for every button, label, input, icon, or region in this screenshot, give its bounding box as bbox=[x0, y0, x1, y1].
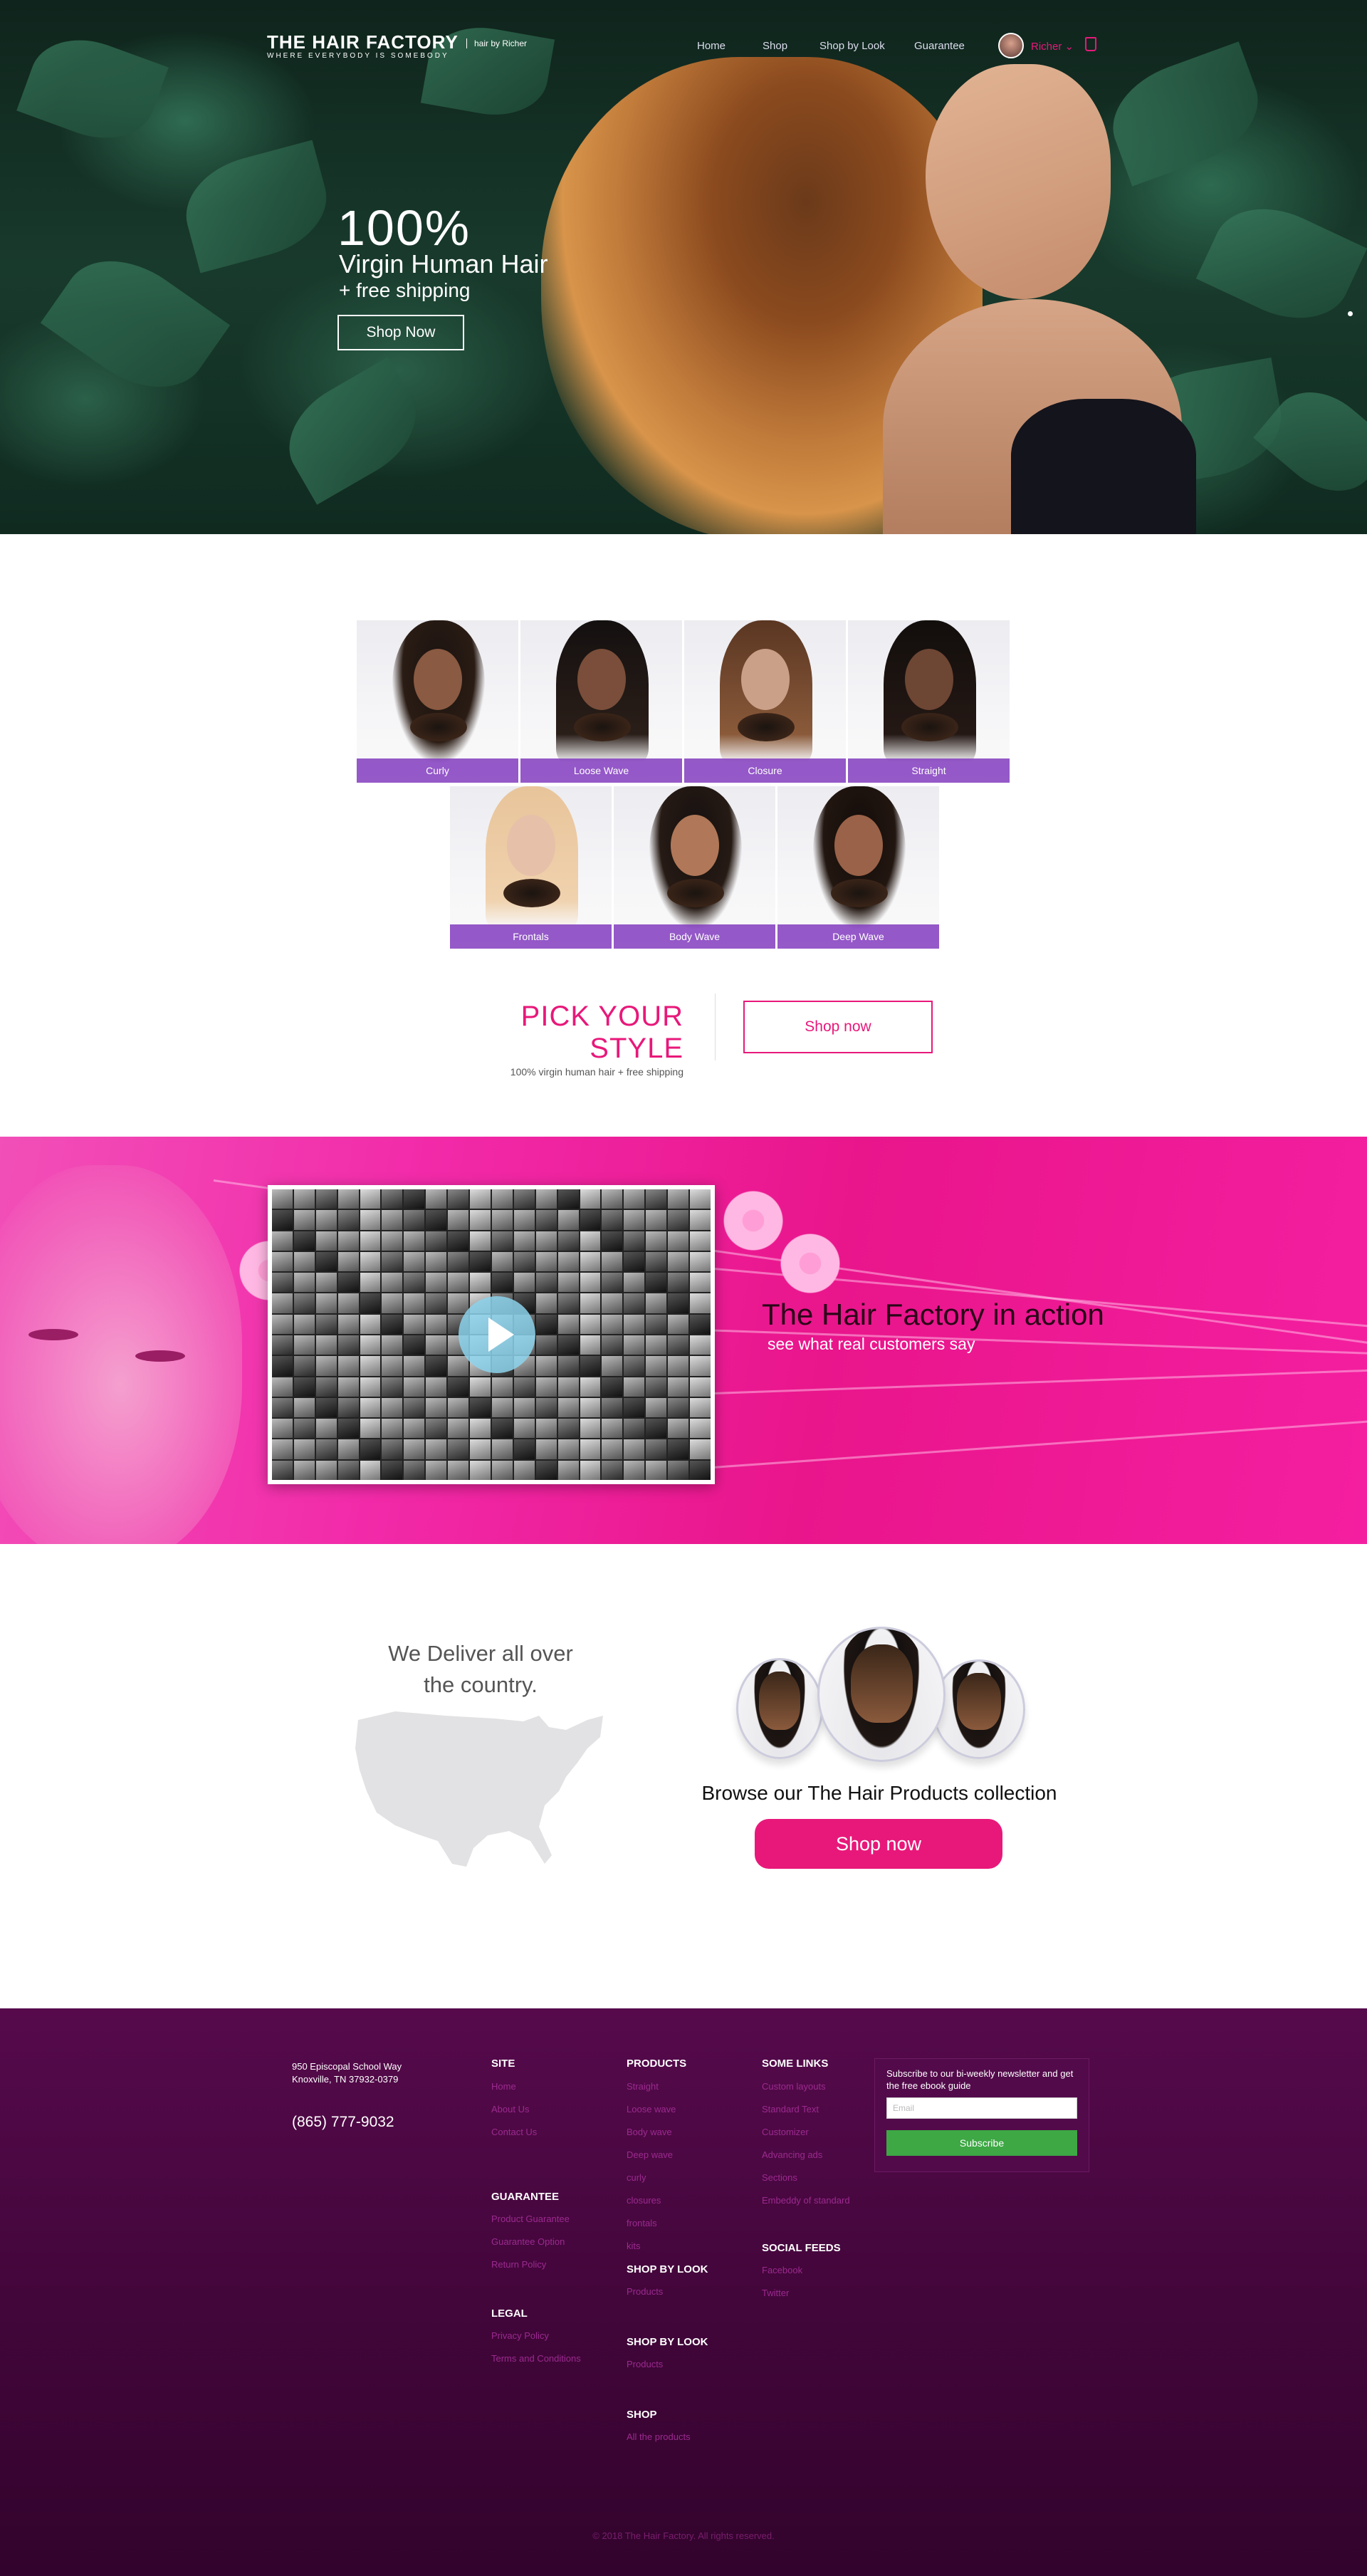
browse-text: Browse our The Hair Products collection bbox=[701, 1782, 1057, 1804]
decorative-face bbox=[0, 1165, 242, 1544]
action-title: The Hair Factory in action bbox=[762, 1298, 1104, 1331]
footer-link[interactable]: Guarantee Option bbox=[491, 2236, 565, 2247]
newsletter-box: Subscribe to our bi-weekly newsletter an… bbox=[874, 2058, 1089, 2172]
footer-link[interactable]: Sections bbox=[762, 2172, 797, 2183]
style-label: Deep Wave bbox=[777, 924, 939, 949]
phone-number[interactable]: (865) 777-9032 bbox=[292, 2114, 394, 2131]
footer-link[interactable]: Products bbox=[627, 2286, 663, 2297]
cart-icon[interactable] bbox=[1085, 37, 1096, 51]
footer-link[interactable]: Home bbox=[491, 2081, 516, 2092]
email-field[interactable]: Email bbox=[886, 2097, 1077, 2119]
footer-shop-title: SHOP bbox=[627, 2409, 657, 2421]
footer-link[interactable]: About Us bbox=[491, 2104, 529, 2114]
address-line1: 950 Episcopal School Way bbox=[292, 2061, 402, 2072]
style-label: Frontals bbox=[450, 924, 612, 949]
style-label: Straight bbox=[848, 758, 1010, 783]
style-tile-closure[interactable]: Closure bbox=[684, 620, 846, 783]
footer-link[interactable]: closures bbox=[627, 2195, 661, 2206]
nav-home[interactable]: Home bbox=[697, 40, 726, 52]
footer-link[interactable]: curly bbox=[627, 2172, 646, 2183]
subscribe-button[interactable]: Subscribe bbox=[886, 2130, 1077, 2156]
footer-social-title: SOCIAL FEEDS bbox=[762, 2242, 841, 2254]
footer-site-title: SITE bbox=[491, 2058, 515, 2070]
footer-link[interactable]: Customizer bbox=[762, 2127, 809, 2137]
footer-some-links-title: SOME LINKS bbox=[762, 2058, 829, 2070]
hero-model-top bbox=[1011, 399, 1196, 534]
footer-guarantee-title: GUARANTEE bbox=[491, 2191, 560, 2203]
footer-link[interactable]: Custom layouts bbox=[762, 2081, 826, 2092]
footer-link[interactable]: Embeddy of standard bbox=[762, 2195, 850, 2206]
delivery-section bbox=[0, 1544, 1367, 2008]
site-logo[interactable]: THE HAIR FACTORY WHERE EVERYBODY IS SOME… bbox=[267, 31, 527, 60]
logo-sub: hair by Richer bbox=[466, 38, 527, 48]
style-tile-deep-wave[interactable]: Deep Wave bbox=[777, 786, 939, 949]
footer-link[interactable]: Product Guarantee bbox=[491, 2213, 570, 2224]
pick-style-heading: PICK YOUR STYLE 100% virgin human hair +… bbox=[456, 1001, 684, 1078]
play-icon[interactable] bbox=[459, 1296, 535, 1373]
footer-link[interactable]: Standard Text bbox=[762, 2104, 819, 2114]
footer-link[interactable]: Straight bbox=[627, 2081, 659, 2092]
product-photo-2 bbox=[817, 1627, 946, 1762]
hero-line2: Virgin Human Hair bbox=[339, 249, 548, 278]
product-photo-1 bbox=[736, 1658, 823, 1759]
footer-shop-by-look-title-2: SHOP BY LOOK bbox=[627, 2336, 708, 2348]
pick-style-shop-now-button[interactable]: Shop now bbox=[743, 1001, 933, 1053]
style-label: Curly bbox=[357, 758, 518, 783]
divider bbox=[715, 994, 716, 1060]
hero-line3: + free shipping bbox=[339, 279, 471, 301]
footer-link[interactable]: Terms and Conditions bbox=[491, 2353, 581, 2364]
hero-headline: 100% bbox=[337, 200, 471, 256]
footer-link[interactable]: Loose wave bbox=[627, 2104, 676, 2114]
footer-link[interactable]: Return Policy bbox=[491, 2259, 546, 2270]
footer-link[interactable]: frontals bbox=[627, 2218, 657, 2228]
style-label: Closure bbox=[684, 758, 846, 783]
footer-link[interactable]: All the products bbox=[627, 2431, 691, 2442]
footer-link[interactable]: Body wave bbox=[627, 2127, 672, 2137]
footer-link[interactable]: Privacy Policy bbox=[491, 2330, 549, 2341]
nav-shop[interactable]: Shop bbox=[763, 40, 787, 52]
hero-shop-now-button[interactable]: Shop Now bbox=[337, 315, 464, 350]
address-line2: Knoxville, TN 37932-0379 bbox=[292, 2074, 399, 2085]
hero-banner bbox=[0, 0, 1367, 534]
user-avatar[interactable] bbox=[998, 33, 1024, 58]
style-tile-body-wave[interactable]: Body Wave bbox=[614, 786, 775, 949]
footer-link[interactable]: Deep wave bbox=[627, 2149, 673, 2160]
action-subtitle: see what real customers say bbox=[768, 1335, 975, 1353]
pick-style-title: PICK YOUR STYLE bbox=[520, 1001, 684, 1064]
newsletter-text: Subscribe to our bi-weekly newsletter an… bbox=[886, 2068, 1074, 2091]
style-tile-frontals[interactable]: Frontals bbox=[450, 786, 612, 949]
site-footer bbox=[0, 2008, 1367, 2576]
footer-link[interactable]: Products bbox=[627, 2359, 663, 2369]
user-menu[interactable]: Richer ⌄ bbox=[1031, 40, 1074, 53]
nav-shop-by-look[interactable]: Shop by Look bbox=[819, 40, 885, 52]
us-map-icon bbox=[355, 1711, 603, 1867]
pick-style-subtitle: 100% virgin human hair + free shipping bbox=[510, 1066, 684, 1078]
copyright: © 2018 The Hair Factory. All rights rese… bbox=[592, 2530, 775, 2541]
footer-products-title: PRODUCTS bbox=[627, 2058, 687, 2070]
deliver-title: We Deliver all over the country. bbox=[388, 1641, 573, 1697]
nav-guarantee[interactable]: Guarantee bbox=[914, 40, 965, 52]
chevron-down-icon: ⌄ bbox=[1064, 41, 1074, 53]
footer-link[interactable]: Contact Us bbox=[491, 2127, 537, 2137]
style-label: Body Wave bbox=[614, 924, 775, 949]
customer-video[interactable] bbox=[268, 1185, 715, 1484]
style-label: Loose Wave bbox=[520, 758, 682, 783]
footer-legal-title: LEGAL bbox=[491, 2308, 528, 2320]
slider-dot[interactable] bbox=[1348, 311, 1353, 316]
footer-link[interactable]: kits bbox=[627, 2241, 641, 2251]
footer-link-twitter[interactable]: Twitter bbox=[762, 2288, 789, 2298]
style-tile-curly[interactable]: Curly bbox=[357, 620, 518, 783]
style-tile-straight[interactable]: Straight bbox=[848, 620, 1010, 783]
logo-tagline: WHERE EVERYBODY IS SOMEBODY bbox=[267, 52, 449, 60]
product-photo-3 bbox=[933, 1659, 1025, 1759]
footer-link[interactable]: Advancing ads bbox=[762, 2149, 822, 2160]
user-name: Richer bbox=[1031, 41, 1062, 53]
browse-shop-now-button[interactable]: Shop now bbox=[755, 1819, 1002, 1869]
footer-shop-by-look-title: SHOP BY LOOK bbox=[627, 2263, 708, 2275]
footer-link-facebook[interactable]: Facebook bbox=[762, 2265, 802, 2275]
logo-title: THE HAIR FACTORY bbox=[267, 31, 459, 53]
style-tile-loose-wave[interactable]: Loose Wave bbox=[520, 620, 682, 783]
